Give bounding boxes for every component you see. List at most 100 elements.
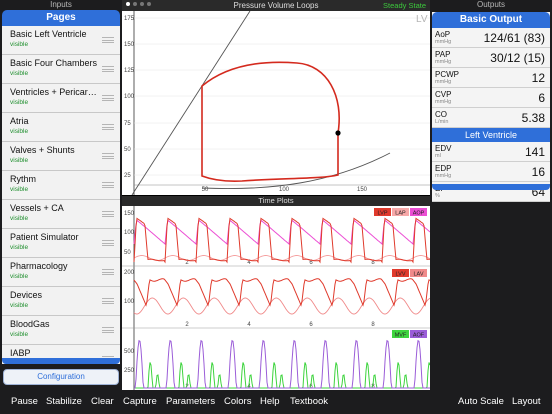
page-visibility: visible	[10, 41, 29, 48]
output-unit: mmHg	[435, 99, 452, 105]
inputs-label: Inputs	[50, 0, 72, 9]
pv-loop-plot[interactable]: 175 150 125 100 75 50 25 50 100 150 LV	[122, 11, 430, 195]
output-row: CVP mmHg 6	[432, 88, 550, 108]
tp-y-tick: 250	[124, 368, 135, 374]
espvr-line	[131, 11, 251, 195]
clear-button[interactable]: Clear	[91, 396, 114, 408]
page-list-item[interactable]: Pharmacology visible	[2, 258, 120, 287]
output-value: 12	[531, 71, 545, 85]
output-unit: mmHg	[435, 173, 452, 179]
page-list-item[interactable]: Rythm visible	[2, 171, 120, 200]
outputs-panel: Outputs Basic Output AoP mmHg 124/61 (83) P…	[430, 0, 552, 390]
output-label: CO	[435, 110, 447, 119]
legend-label: MVF	[395, 333, 407, 339]
legend-label: AOF	[413, 333, 425, 339]
page-list-item[interactable]: BloodGas visible	[2, 316, 120, 345]
reorder-handle-icon[interactable]	[102, 182, 114, 188]
time-tick: 4	[247, 322, 251, 328]
output-value: 6	[538, 91, 545, 105]
edpvr-curve	[201, 152, 391, 190]
reorder-handle-icon[interactable]	[102, 66, 114, 72]
output-unit: mmHg	[435, 39, 452, 45]
layout-button[interactable]: Layout	[512, 396, 541, 408]
page-name: Vessels + CA	[10, 203, 64, 213]
reorder-handle-icon[interactable]	[102, 153, 114, 159]
tp-y-tick: 200	[124, 270, 135, 276]
legend-label: LVP	[378, 211, 388, 217]
pages-footer	[2, 358, 120, 364]
pv-y-ticks: 175 150 125 100 75 50 25	[124, 16, 430, 179]
page-list-item[interactable]: Patient Simulator visible	[2, 229, 120, 258]
pv-y-tick: 100	[124, 94, 135, 100]
page-name: Basic Left Ventricle	[10, 29, 87, 39]
page-dot[interactable]	[133, 2, 137, 6]
output-row: PAP mmHg 30/12 (15)	[432, 48, 550, 68]
outputs-label: Outputs	[476, 0, 505, 9]
textbook-button[interactable]: Textbook	[290, 396, 328, 408]
output-label: EDV	[435, 144, 452, 153]
reorder-handle-icon[interactable]	[102, 95, 114, 101]
pages-list[interactable]: Basic Left Ventricle visible Basic Four Ch…	[2, 26, 120, 364]
output-row: PCWP mmHg 12	[432, 68, 550, 88]
reorder-handle-icon[interactable]	[102, 211, 114, 217]
output-label: AoP	[435, 30, 451, 39]
output-value: 16	[531, 165, 545, 179]
pages-title: Pages	[2, 10, 120, 26]
colors-button[interactable]: Colors	[224, 396, 251, 408]
tp3-y-ticks: 500 250	[124, 349, 135, 374]
tp2-y-ticks: 200 100	[124, 270, 135, 305]
tp-y-tick: 500	[124, 349, 135, 355]
pv-x-tick: 100	[279, 187, 290, 193]
page-list-item[interactable]: Ventricles + Pericard... visible	[2, 84, 120, 113]
page-name: Atria	[10, 116, 29, 126]
output-value: 30/12 (15)	[490, 51, 545, 65]
page-name: Devices	[10, 290, 43, 300]
reorder-handle-icon[interactable]	[102, 240, 114, 246]
configuration-button[interactable]: Configuration	[3, 369, 119, 385]
time-plots[interactable]: 15010050 200100 500250 222444666888 AOPL…	[122, 206, 430, 390]
page-name: Ventricles + Pericard...	[10, 87, 98, 97]
output-label: EDP	[435, 164, 452, 173]
page-visibility: visible	[10, 99, 29, 106]
steady-state-indicator: Steady State	[383, 1, 426, 10]
reorder-handle-icon[interactable]	[102, 124, 114, 130]
page-list-item[interactable]: Valves + Shunts visible	[2, 142, 120, 171]
page-dot[interactable]	[147, 2, 151, 6]
pause-button[interactable]: Pause	[11, 396, 38, 408]
parameters-button[interactable]: Parameters	[166, 396, 215, 408]
page-list-item[interactable]: Devices visible	[2, 287, 120, 316]
stabilize-button[interactable]: Stabilize	[46, 396, 82, 408]
reorder-handle-icon[interactable]	[102, 298, 114, 304]
page-dots[interactable]	[126, 2, 151, 6]
page-visibility: visible	[10, 186, 29, 193]
page-name: Valves + Shunts	[10, 145, 75, 155]
help-button[interactable]: Help	[260, 396, 280, 408]
auto-scale-button[interactable]: Auto Scale	[458, 396, 504, 408]
page-visibility: visible	[10, 331, 29, 338]
legend-label: LVV	[396, 272, 406, 278]
reorder-handle-icon[interactable]	[102, 37, 114, 43]
page-dot[interactable]	[126, 2, 130, 6]
page-dot[interactable]	[140, 2, 144, 6]
reorder-handle-icon[interactable]	[102, 269, 114, 275]
time-tick: 8	[371, 322, 375, 328]
page-visibility: visible	[10, 128, 29, 135]
page-list-item[interactable]: Basic Left Ventricle visible	[2, 26, 120, 55]
output-value: 5.38	[521, 111, 545, 125]
page-name: Pharmacology	[10, 261, 68, 271]
inputs-panel: Inputs Pages Basic Left Ventricle visible…	[0, 0, 122, 390]
app-window: Inputs Pages Basic Left Ventricle visible…	[0, 0, 552, 414]
page-visibility: visible	[10, 244, 29, 251]
pv-y-tick: 25	[124, 173, 131, 179]
page-list-item[interactable]: Atria visible	[2, 113, 120, 142]
page-list-item[interactable]: Vessels + CA visible	[2, 200, 120, 229]
time-tick: 2	[185, 322, 189, 328]
reorder-handle-icon[interactable]	[102, 327, 114, 333]
output-value: 141	[524, 145, 545, 159]
tp2-legend: LAV LVV	[392, 269, 427, 278]
output-unit: mmHg	[435, 79, 452, 85]
lv-label: LV	[416, 14, 428, 25]
bottom-toolbar: Pause Stabilize Clear Capture Parameters…	[0, 390, 552, 414]
capture-button[interactable]: Capture	[123, 396, 157, 408]
page-list-item[interactable]: Basic Four Chambers visible	[2, 55, 120, 84]
